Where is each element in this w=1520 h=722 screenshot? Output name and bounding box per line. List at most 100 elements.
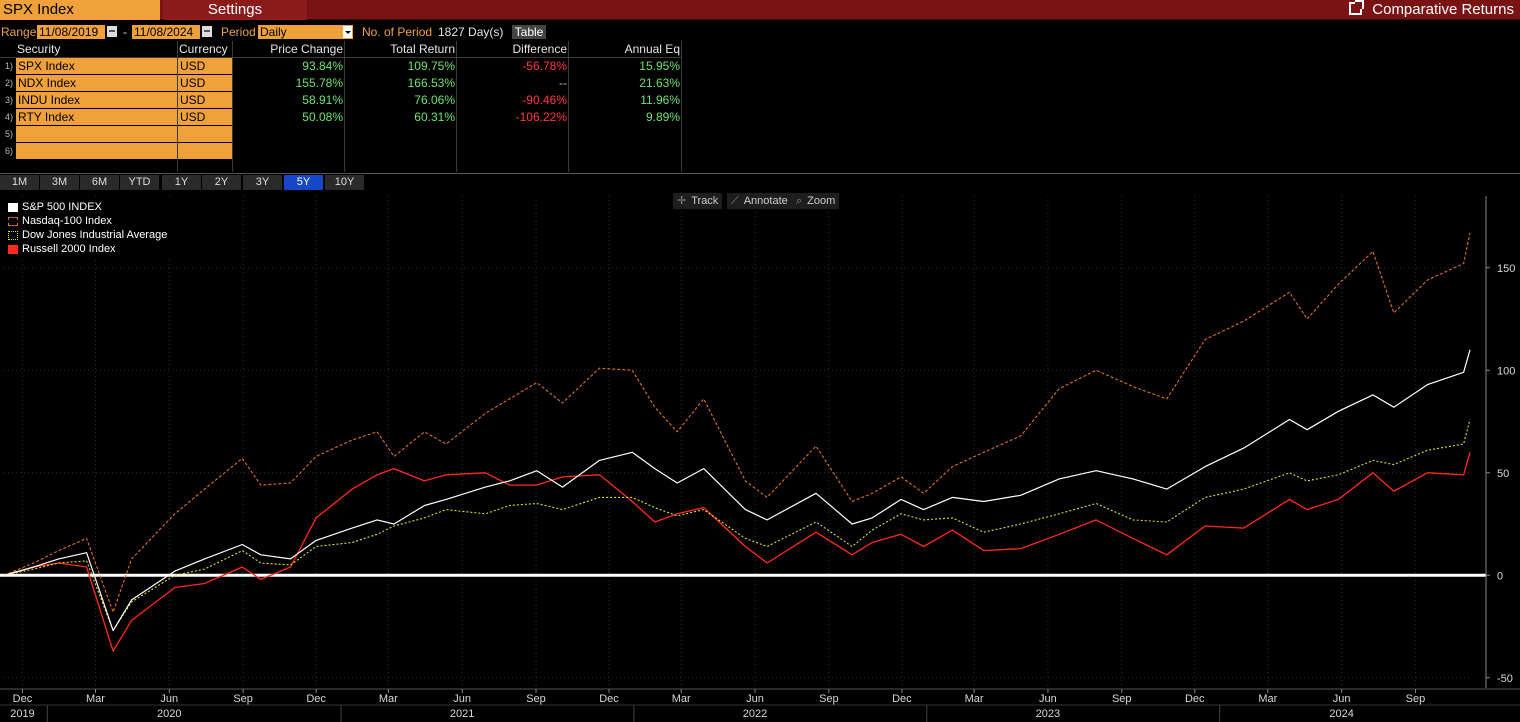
row-number: 6)	[5, 146, 14, 156]
track-button[interactable]: ✛ Track	[673, 193, 723, 209]
y-tick-label: -50	[1497, 673, 1513, 685]
x-tick-label: Jun	[1333, 693, 1351, 705]
security-cell[interactable]: INDU Index	[16, 92, 177, 108]
period-button-ytd[interactable]: YTD	[120, 175, 159, 190]
currency-cell[interactable]	[178, 126, 232, 142]
column-header-difference[interactable]: Difference	[457, 42, 567, 57]
x-tick-label: Sep	[1406, 693, 1426, 705]
security-cell[interactable]: RTY Index	[16, 109, 177, 125]
x-tick-label: Mar	[86, 693, 105, 705]
period-button-10y[interactable]: 10Y	[325, 175, 364, 190]
table-row[interactable]: 6)	[0, 143, 682, 160]
num-period-value: 1827 Day(s)	[438, 25, 504, 39]
function-title-label: Comparative Returns	[1372, 1, 1514, 18]
security-cell[interactable]	[16, 143, 177, 159]
price-change-cell: 155.78%	[295, 76, 343, 90]
period-button-2y[interactable]: 2Y	[202, 175, 241, 190]
security-input[interactable]: SPX Index	[0, 0, 160, 20]
table-button[interactable]: Table	[512, 25, 546, 39]
securities-table: Security Currency Price Change Total Ret…	[0, 41, 1520, 173]
table-row[interactable]: 3) INDU Index USD 58.91% 76.06% -90.46% …	[0, 92, 682, 109]
y-tick-label: 150	[1497, 263, 1515, 275]
x-tick-label: Dec	[1185, 693, 1205, 705]
security-cell[interactable]	[16, 126, 177, 142]
y-tick-label: 50	[1497, 468, 1509, 480]
annual-eq-cell: 15.95%	[639, 59, 680, 73]
x-tick-label: Jun	[160, 693, 178, 705]
legend-swatch	[8, 231, 18, 240]
legend-item[interactable]: Russell 2000 Index	[4, 242, 170, 256]
period-button-3m[interactable]: 3M	[40, 175, 79, 190]
series-line[interactable]	[3, 349, 1471, 632]
x-year-label: 2022	[743, 708, 767, 720]
currency-cell[interactable]: USD	[178, 92, 232, 108]
x-tick-label: Mar	[379, 693, 398, 705]
price-change-cell: 93.84%	[302, 59, 343, 73]
x-tick-label: Dec	[13, 693, 33, 705]
security-cell[interactable]: NDX Index	[16, 75, 177, 91]
column-header-currency[interactable]: Currency	[179, 42, 228, 57]
period-button-5y[interactable]: 5Y	[284, 175, 323, 190]
x-tick-label: Jun	[453, 693, 471, 705]
legend-label: Nasdaq-100 Index	[22, 215, 112, 227]
zoom-button[interactable]: ⌕ Zoom	[792, 193, 840, 209]
currency-cell[interactable]: USD	[178, 58, 232, 74]
end-date-field[interactable]: 11/08/2024	[132, 25, 200, 39]
legend-label: Dow Jones Industrial Average	[22, 229, 168, 241]
security-cell[interactable]: SPX Index	[16, 58, 177, 74]
section-divider	[0, 173, 1520, 174]
table-row[interactable]: 1) SPX Index USD 93.84% 109.75% -56.78% …	[0, 58, 682, 75]
table-row[interactable]: 5)	[0, 126, 682, 143]
function-title[interactable]: Comparative Returns	[1349, 0, 1514, 20]
column-header-security[interactable]: Security	[17, 42, 60, 57]
total-return-cell: 166.53%	[407, 76, 455, 90]
legend-label: Russell 2000 Index	[22, 243, 116, 255]
x-tick-label: Mar	[672, 693, 691, 705]
crosshair-icon: ✛	[677, 195, 687, 207]
column-header-total-return[interactable]: Total Return	[345, 42, 455, 57]
legend-item[interactable]: Nasdaq-100 Index	[4, 214, 170, 228]
x-tick-label: Mar	[1258, 693, 1277, 705]
legend-item[interactable]: Dow Jones Industrial Average	[4, 228, 170, 242]
external-link-icon[interactable]	[1349, 0, 1365, 15]
y-tick-label: 0	[1497, 570, 1503, 582]
difference-cell: -90.46%	[522, 93, 567, 107]
currency-cell[interactable]	[178, 143, 232, 159]
column-header-annual-eq[interactable]: Annual Eq	[569, 42, 680, 57]
legend-swatch	[8, 203, 18, 212]
table-row[interactable]: 2) NDX Index USD 155.78% 166.53% -- 21.6…	[0, 75, 682, 92]
start-date-field[interactable]: 11/08/2019	[37, 25, 105, 39]
annual-eq-cell: 21.63%	[639, 76, 680, 90]
comparative-returns-chart[interactable]: -50 0 50 100 150 Dec 2019 Mar Jun 2020 Sep Dec Mar J…	[0, 190, 1520, 722]
row-number: 3)	[5, 95, 14, 105]
x-tick-label: Sep	[1112, 693, 1132, 705]
total-return-cell: 60.31%	[414, 110, 455, 124]
range-dash: -	[123, 25, 127, 39]
legend-item[interactable]: S&P 500 INDEX	[4, 200, 170, 214]
series-line[interactable]	[3, 232, 1471, 613]
period-button-3y[interactable]: 3Y	[243, 175, 282, 190]
column-header-price-change[interactable]: Price Change	[233, 42, 343, 57]
currency-cell[interactable]: USD	[178, 75, 232, 91]
settings-tab[interactable]: Settings	[163, 0, 307, 20]
table-row[interactable]: 4) RTY Index USD 50.08% 60.31% -106.22% …	[0, 109, 682, 126]
x-year-label: 2020	[157, 708, 181, 720]
pencil-icon: ⟋	[731, 195, 739, 207]
num-period-label: No. of Period	[362, 25, 433, 39]
difference-cell: --	[559, 76, 567, 90]
annual-eq-cell: 9.89%	[645, 110, 680, 124]
calendar-icon[interactable]	[107, 26, 117, 37]
period-select[interactable]: Daily	[258, 25, 353, 39]
period-button-6m[interactable]: 6M	[80, 175, 119, 190]
x-tick-label: Jun	[746, 693, 764, 705]
chevron-down-icon[interactable]	[343, 26, 352, 38]
annotate-button[interactable]: ⟋ Annotate	[727, 193, 792, 209]
period-button-1y[interactable]: 1Y	[162, 175, 201, 190]
x-year-label: 2023	[1036, 708, 1060, 720]
currency-cell[interactable]: USD	[178, 109, 232, 125]
calendar-icon[interactable]	[202, 26, 212, 37]
annual-eq-cell: 11.96%	[640, 93, 680, 107]
series-line[interactable]	[3, 419, 1471, 632]
period-button-1m[interactable]: 1M	[0, 175, 39, 190]
x-year-label: 2024	[1329, 708, 1353, 720]
